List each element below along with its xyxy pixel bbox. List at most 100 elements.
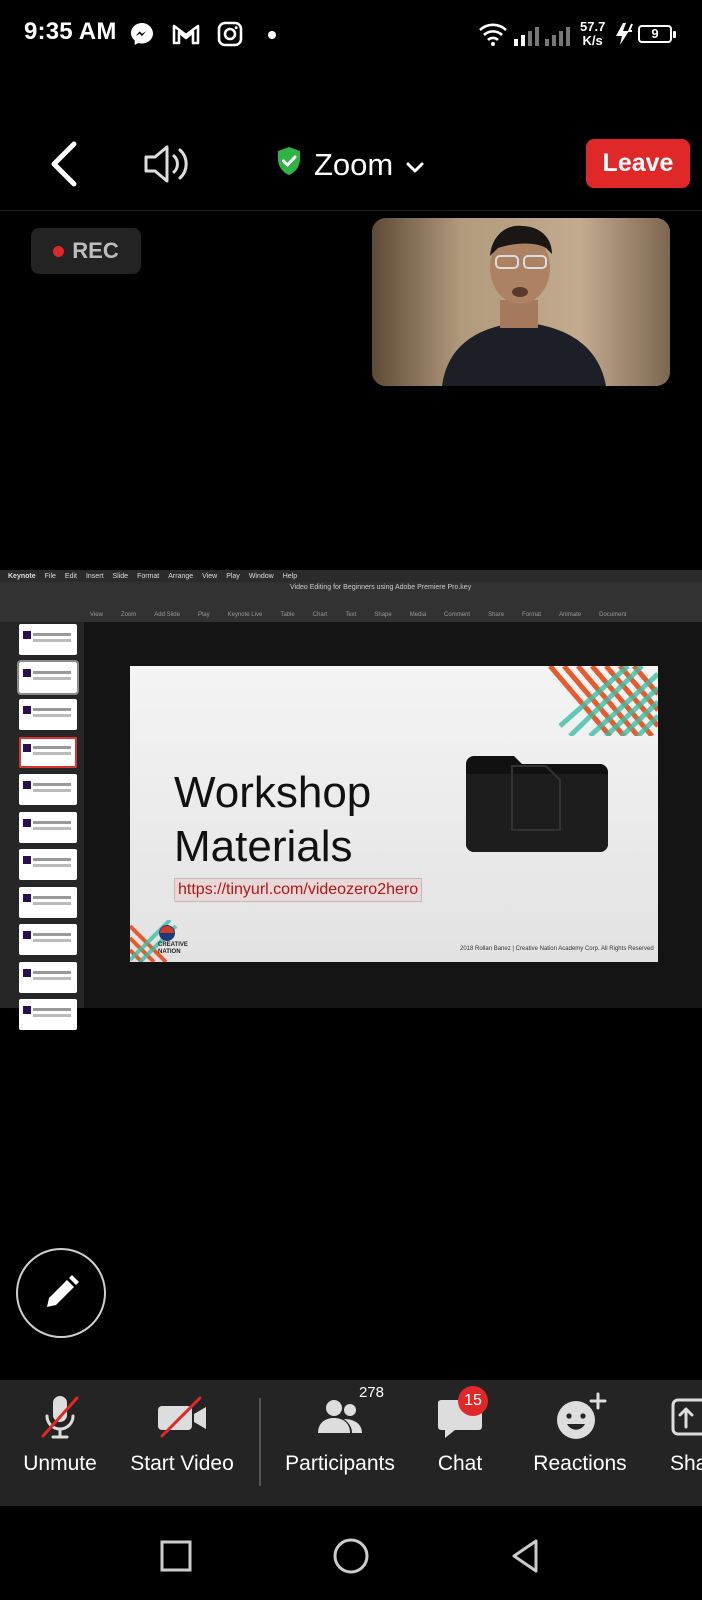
participants-label: Participants [285,1452,395,1475]
keynote-tool: Chart [312,612,328,618]
participants-count: 278 [358,1384,384,1401]
chat-button[interactable]: 15 Chat [424,1386,496,1492]
menubar-item: Window [248,572,274,580]
share-screen-icon [670,1392,702,1442]
slide-thumbnail [19,961,77,993]
reactions-label: Reactions [533,1452,627,1475]
menubar-item: View [202,572,218,580]
signal-icon [512,20,572,48]
keynote-tool: Play [197,612,210,618]
reactions-icon [550,1392,610,1442]
thumbnail-text-lines [33,895,71,899]
back-icon[interactable] [44,138,84,190]
instagram-icon [216,20,244,48]
participant-video-frame [372,218,670,386]
slide-thumbnail [19,849,77,880]
unmute-label: Unmute [23,1452,97,1475]
slide-thumbnail [17,659,79,695]
logo-text: NATION [158,949,181,955]
thumbnail-text-lines [33,970,71,974]
shield-check-icon [276,146,302,184]
menubar-item: File [44,572,56,580]
chevron-down-icon [405,147,425,183]
slide-thumbnail [19,736,77,768]
slide-link: https://tinyurl.com/videozero2hero [174,878,423,902]
start-video-button[interactable]: Start Video [124,1392,240,1492]
slide-stripes-decoration [548,666,658,736]
premiere-logo-icon [23,1006,31,1014]
keynote-tool: Add Slide [154,612,180,618]
keynote-tool: Format [522,612,542,618]
keynote-document-title: Video Editing for Beginners using Adobe … [290,584,472,591]
chat-icon: 15 [430,1386,490,1442]
premiere-logo-icon [23,631,31,639]
keynote-tool: Animate [559,612,582,618]
thumbnail-text-lines [33,858,71,861]
unmute-button[interactable]: Unmute [20,1392,100,1492]
premiere-logo-icon [23,781,31,789]
keynote-tool: Text [345,612,357,618]
premiere-logo-icon [23,743,31,752]
participants-button[interactable]: 278 Participants [282,1384,398,1492]
premiere-logo-icon [23,818,31,827]
menubar-item: Help [282,572,298,580]
leave-button[interactable]: Leave [586,139,690,188]
keynote-tool: Media [409,612,427,618]
slide-thumbnail [19,811,77,843]
keynote-tool: Keynote Live [227,612,263,618]
start-video-label: Start Video [130,1452,234,1475]
current-slide: Workshop Materials https://tinyurl.com/v… [130,666,658,962]
premiere-logo-icon [23,668,31,677]
microphone-muted-icon [30,1392,90,1442]
reactions-button[interactable]: Reactions [530,1392,630,1492]
menubar-item: Slide [112,572,129,580]
premiere-logo-icon [23,968,31,977]
menubar-item: Arrange [168,572,194,580]
slide-title: Workshop Materials [174,766,371,874]
wifi-icon [478,20,508,48]
notification-dot-icon [268,31,276,39]
charging-icon [614,20,636,48]
thumbnail-text-lines [33,745,71,749]
menubar-item: Format [137,572,160,580]
slide-thumbnail [19,886,77,918]
keynote-tool: Shape [374,612,392,618]
status-time: 9:35 AM [24,18,117,45]
keynote-tool: Document [599,612,627,618]
slide-thumbnail [19,699,77,730]
slide-title-line: Workshop [174,768,372,817]
recents-icon[interactable] [156,1536,196,1576]
chat-unread-badge: 15 [458,1386,488,1416]
meeting-title: Zoom [314,147,394,182]
keynote-tool: Share [488,612,505,618]
annotate-button[interactable] [16,1248,106,1338]
share-button[interactable]: Sha [670,1392,702,1492]
participant-video-tile[interactable] [372,218,670,386]
slide-thumbnail [19,774,77,805]
back-nav-icon[interactable] [506,1536,546,1576]
chat-label: Chat [437,1452,483,1475]
recording-dot-icon [53,245,65,257]
folder-icon [466,756,608,852]
creative-nation-logo: CREATIVE NATION [158,924,188,956]
thumbnail-text-lines [33,1008,71,1011]
speaker-icon[interactable] [142,140,194,188]
keynote-tool: Comment [444,612,471,618]
thumbnail-text-lines [33,633,71,636]
keynote-tool: View [90,612,103,618]
messenger-icon [128,20,156,48]
menubar-item: Insert [85,572,104,580]
thumbnail-text-lines [33,670,71,674]
toolbar-divider [259,1398,261,1486]
creative-nation-logo-mark [159,925,175,941]
recording-badge: REC [31,228,141,274]
participants-icon: 278 [310,1384,384,1442]
mac-menu-bar: Keynote File Edit Insert Slide Format Ar… [0,570,702,582]
keynote-toolbar-items: View Zoom Add Slide Play Keynote Live Ta… [90,612,702,618]
keynote-tool: Zoom [120,612,137,618]
premiere-logo-icon [23,706,31,714]
slide-footer: 2018 Rollan Banez | Creative Nation Acad… [460,946,654,952]
home-icon[interactable] [331,1536,371,1576]
recording-label: REC [72,238,119,263]
meeting-title-dropdown[interactable]: Zoom [276,142,425,188]
